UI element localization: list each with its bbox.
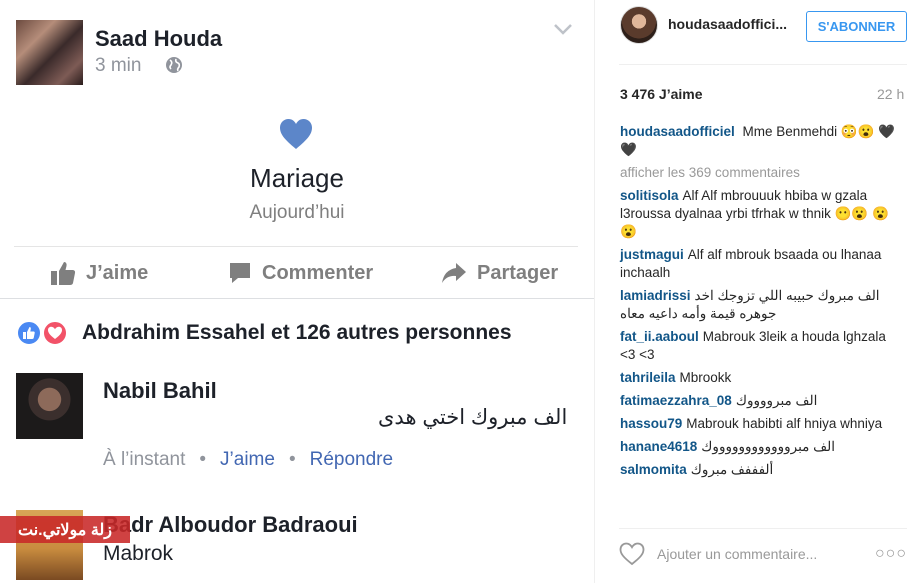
likes-count[interactable]: 3 476 J’aime: [620, 86, 703, 102]
comment-like-link[interactable]: J’aime: [220, 449, 275, 471]
chevron-down-icon[interactable]: [553, 22, 573, 36]
list-item: lamiadrissi الف مبروك حبيبه اللي تزوجك اخ…: [620, 287, 905, 323]
reactions-summary[interactable]: Abdrahim Essahel et 126 autres personnes: [82, 321, 512, 345]
comment-text: Mabrok: [103, 542, 174, 565]
comment-text: ألفففف مبروك: [690, 462, 774, 477]
caption: houdasaadofficiel Mme Benmehdi 😳😮 🖤🖤: [620, 123, 905, 159]
share-icon: [442, 263, 466, 283]
comment-meta: À l’instant • J’aime • Répondre: [103, 449, 393, 471]
comment-text: Mabrouk habibti alf hniya whniya: [686, 416, 883, 431]
list-item: hanane4618 الف مبرووووووووووووك: [620, 438, 905, 456]
separator-dot: •: [199, 449, 207, 470]
heart-icon: [280, 119, 312, 149]
globe-icon: [166, 57, 182, 73]
comment-user[interactable]: lamiadrissi: [620, 288, 691, 303]
list-item: fat_ii.aaboul Mabrouk 3leik a houda lghza…: [620, 328, 905, 364]
comment-user[interactable]: justmagui: [620, 247, 684, 262]
comment-icon: [230, 263, 250, 283]
comment-bar: Ajouter un commentaire... ○○○: [619, 540, 907, 568]
comment-user[interactable]: tahrileila: [620, 370, 676, 385]
watermark: زلة مولاتي.نت: [0, 516, 130, 543]
post-time: 22 h: [877, 86, 905, 102]
instagram-panel: houdasaadoffici... S'ABONNER 3 476 J’aim…: [595, 0, 912, 583]
post-time[interactable]: 3 min: [95, 55, 141, 77]
add-comment-input[interactable]: Ajouter un commentaire...: [657, 546, 875, 562]
comment-user[interactable]: hanane4618: [620, 439, 697, 454]
comments-list: houdasaadofficiel Mme Benmehdi 😳😮 🖤🖤 aff…: [620, 123, 905, 484]
commenter-avatar[interactable]: [16, 373, 83, 439]
list-item: salmomita ألفففف مبروك: [620, 461, 905, 479]
love-reaction-icon: [42, 320, 68, 346]
profile-username[interactable]: houdasaadoffici...: [668, 16, 787, 32]
avatar[interactable]: [620, 6, 658, 44]
like-reaction-icon: [16, 320, 42, 346]
comment-user[interactable]: fat_ii.aaboul: [620, 329, 699, 344]
list-item: justmagui Alf alf mbrouk bsaada ou lhanaa…: [620, 246, 905, 282]
comment-user[interactable]: solitisola: [620, 188, 679, 203]
caption-user[interactable]: houdasaadofficiel: [620, 124, 735, 139]
divider: [619, 64, 907, 65]
more-options-icon[interactable]: ○○○: [875, 545, 907, 563]
comment-reply-link[interactable]: Répondre: [310, 449, 393, 471]
commenter-name[interactable]: Nabil Bahil: [103, 378, 217, 404]
facebook-post: Saad Houda 3 min Mariage Aujourd’hui J’a…: [0, 0, 594, 583]
comment-label: Commenter: [262, 261, 374, 284]
divider: [0, 298, 594, 299]
comment-text: الف مبروك اختي هدى: [378, 406, 568, 429]
divider: [14, 246, 578, 247]
separator-dot: •: [288, 449, 296, 470]
thumbs-up-icon: [51, 262, 76, 285]
author-avatar[interactable]: [16, 20, 83, 85]
comment-text: الف مبرووووك: [735, 393, 818, 408]
comment-text: الف مبرووووووووووووك: [701, 439, 835, 454]
comment-user[interactable]: hassou79: [620, 416, 682, 431]
comment-time: À l’instant: [103, 449, 186, 470]
comment-user[interactable]: fatimaezzahra_08: [620, 393, 732, 408]
list-item: fatimaezzahra_08 الف مبرووووك: [620, 392, 905, 410]
event-date: Aujourd’hui: [249, 202, 345, 223]
comment-button[interactable]: Commenter: [228, 258, 373, 288]
comment-text: Mbrookk: [679, 370, 732, 385]
divider: [619, 528, 907, 529]
comment-user[interactable]: salmomita: [620, 462, 687, 477]
follow-button[interactable]: S'ABONNER: [806, 11, 907, 42]
list-item: tahrileila Mbrookk: [620, 369, 905, 387]
show-all-comments-link[interactable]: afficher les 369 commentaires: [620, 164, 905, 182]
like-label: J’aime: [86, 261, 149, 284]
list-item: solitisola Alf Alf mbrouuuk hbiba w gzala…: [620, 187, 905, 241]
commenter-name[interactable]: Badr Alboudor Badraoui: [103, 512, 358, 538]
list-item: hassou79 Mabrouk habibti alf hniya whniya: [620, 415, 905, 433]
share-button[interactable]: Partager: [441, 258, 558, 288]
heart-outline-icon[interactable]: [619, 542, 645, 566]
author-name[interactable]: Saad Houda: [95, 26, 222, 52]
share-label: Partager: [477, 261, 559, 284]
event-title: Mariage: [250, 163, 344, 193]
like-button[interactable]: J’aime: [50, 258, 148, 288]
